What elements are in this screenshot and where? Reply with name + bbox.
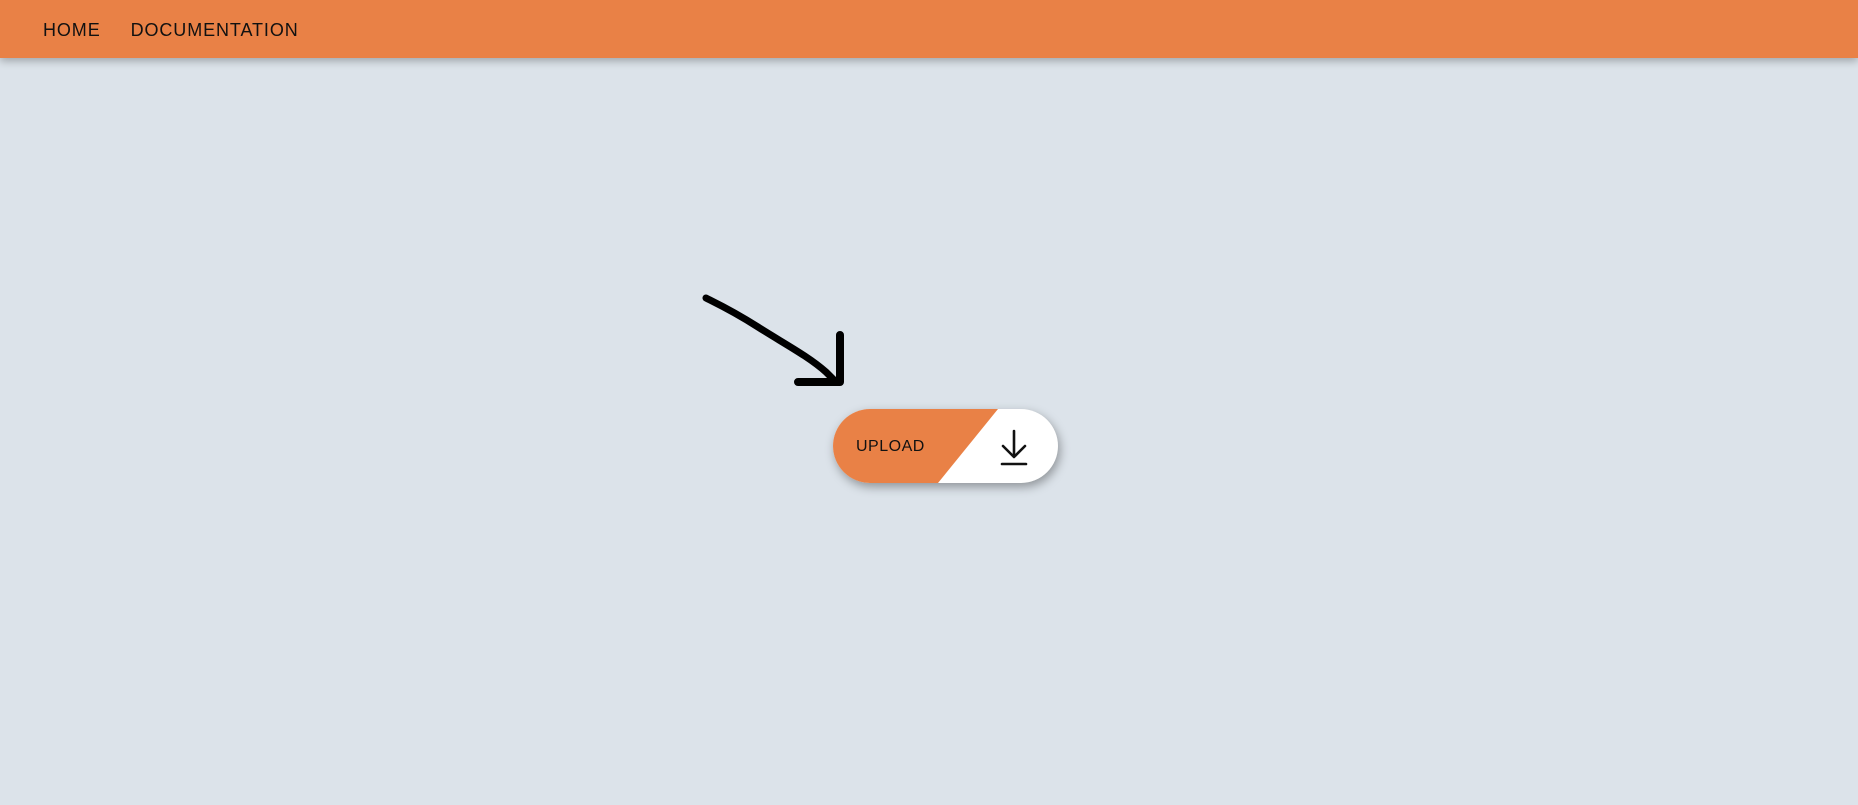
nav-home-link[interactable]: HOME xyxy=(43,19,101,39)
hand-drawn-arrow-icon xyxy=(702,294,844,386)
nav-documentation-link[interactable]: DOCUMENTATION xyxy=(131,19,299,39)
top-navbar: HOME DOCUMENTATION xyxy=(0,0,1858,58)
download-icon xyxy=(1000,429,1028,466)
upload-label: UPLOAD xyxy=(856,438,925,455)
upload-button[interactable]: UPLOAD xyxy=(833,409,1058,483)
